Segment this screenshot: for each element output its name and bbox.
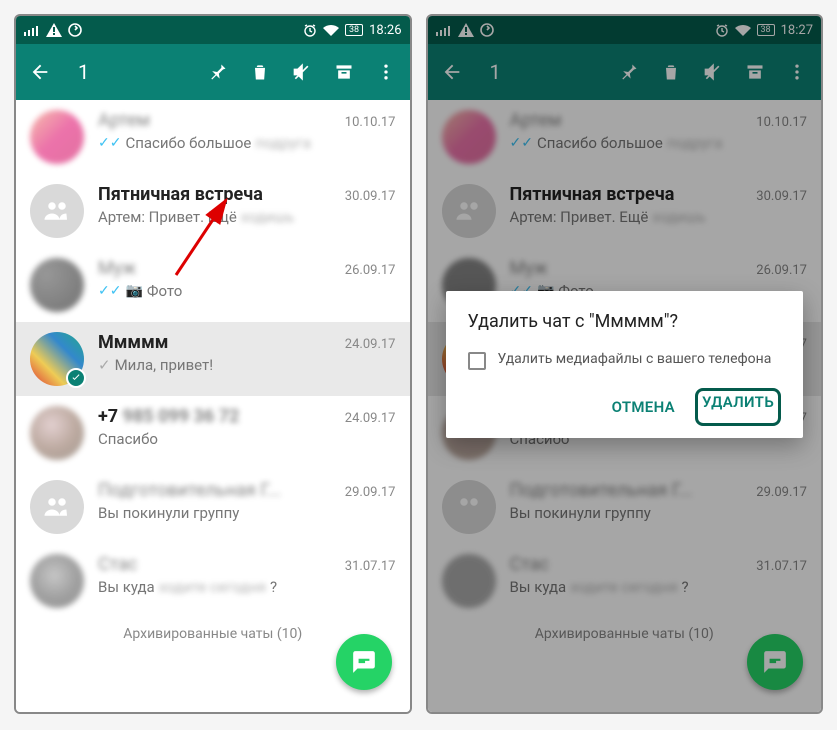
mute-icon[interactable] bbox=[290, 60, 314, 84]
delete-media-checkbox[interactable] bbox=[468, 352, 486, 370]
phone-left: 38 18:26 1 Артем 10.10.17 bbox=[14, 14, 412, 714]
dialog-title: Удалить чат с "Ммммм"? bbox=[468, 311, 782, 332]
overflow-icon[interactable] bbox=[374, 60, 398, 84]
read-ticks-icon: ✓✓ bbox=[98, 283, 121, 299]
battery-icon: 38 bbox=[345, 24, 363, 36]
chat-preview: Вы куда bbox=[98, 578, 155, 596]
chat-name: Стас bbox=[98, 554, 137, 575]
chat-date: 29.09.17 bbox=[345, 485, 396, 500]
avatar bbox=[30, 332, 84, 386]
chat-preview: Мила, привет! bbox=[115, 356, 214, 374]
avatar bbox=[30, 406, 84, 460]
delete-media-label: Удалить медиафайлы с вашего телефона bbox=[498, 350, 772, 369]
selection-count: 1 bbox=[78, 60, 89, 84]
chat-preview: Вы покинули группу bbox=[98, 504, 239, 522]
delete-icon[interactable] bbox=[248, 60, 272, 84]
sent-tick-icon: ✓ bbox=[98, 356, 111, 374]
back-icon[interactable] bbox=[28, 60, 52, 84]
chat-name: +7 985 099 36 72 bbox=[98, 406, 239, 427]
chat-date: 26.09.17 bbox=[345, 263, 396, 278]
selected-badge-icon bbox=[66, 368, 86, 388]
chat-name: Муж bbox=[98, 258, 136, 279]
clock: 18:26 bbox=[369, 23, 401, 38]
archive-icon[interactable] bbox=[332, 60, 356, 84]
chat-date: 30.09.17 bbox=[345, 189, 396, 204]
new-chat-fab[interactable] bbox=[336, 634, 392, 690]
chat-date: 24.09.17 bbox=[345, 411, 396, 426]
chat-preview: Фото bbox=[147, 282, 182, 300]
chat-date: 24.09.17 bbox=[345, 337, 396, 352]
alarm-icon bbox=[303, 23, 317, 37]
pin-icon[interactable] bbox=[206, 60, 230, 84]
avatar bbox=[30, 184, 84, 238]
chat-row[interactable]: Пятничная встреча 30.09.17 Артем: Привет.… bbox=[16, 174, 410, 248]
avatar bbox=[30, 110, 84, 164]
camera-icon: 📷 bbox=[125, 283, 142, 299]
avatar bbox=[30, 480, 84, 534]
avatar bbox=[30, 258, 84, 312]
chat-date: 31.07.17 bbox=[345, 559, 396, 574]
confirm-delete-button[interactable]: УДАЛИТЬ bbox=[695, 388, 781, 426]
chat-name: Пятничная встреча bbox=[98, 184, 263, 205]
chat-preview: Спасибо bbox=[98, 430, 158, 448]
avatar bbox=[30, 554, 84, 608]
chat-row[interactable]: Муж 26.09.17 ✓✓📷 Фото bbox=[16, 248, 410, 322]
chat-row[interactable]: +7 985 099 36 72 24.09.17 Спасибо bbox=[16, 396, 410, 470]
chat-row-selected[interactable]: Ммммм 24.09.17 ✓Мила, привет! bbox=[16, 322, 410, 396]
selection-appbar: 1 bbox=[16, 44, 410, 100]
read-ticks-icon: ✓✓ bbox=[98, 135, 121, 151]
chat-row[interactable]: Подготовительная Г... 29.09.17 Вы покинул… bbox=[16, 470, 410, 544]
chat-name: Ммммм bbox=[98, 332, 168, 353]
chat-date: 10.10.17 bbox=[345, 115, 396, 130]
chat-name: Артем bbox=[98, 110, 150, 131]
phone-right: 38 18:27 1 Артем10.10.17 ✓✓Спасибо больш… bbox=[426, 14, 824, 714]
wifi-icon bbox=[323, 24, 339, 36]
chat-name: Подготовительная Г... bbox=[98, 480, 281, 501]
warning-icon bbox=[46, 23, 62, 37]
delete-chat-dialog: Удалить чат с "Ммммм"? Удалить медиафайл… bbox=[446, 291, 804, 438]
chat-row[interactable]: Стас31.07.17 Вы кудаходите сегодня? bbox=[16, 544, 410, 618]
cancel-button[interactable]: ОТМЕНА bbox=[600, 388, 687, 426]
chat-preview: Спасибо большое bbox=[125, 134, 251, 152]
status-bar: 38 18:26 bbox=[16, 16, 410, 44]
chat-list[interactable]: Артем10.10.17 ✓✓Спасибо большоеподруга П… bbox=[16, 100, 410, 712]
signal-icon bbox=[24, 24, 40, 36]
sync-icon bbox=[68, 23, 82, 37]
chat-preview: Артем: Привет. Ещё bbox=[98, 208, 237, 226]
chat-row[interactable]: Артем10.10.17 ✓✓Спасибо большоеподруга bbox=[16, 100, 410, 174]
